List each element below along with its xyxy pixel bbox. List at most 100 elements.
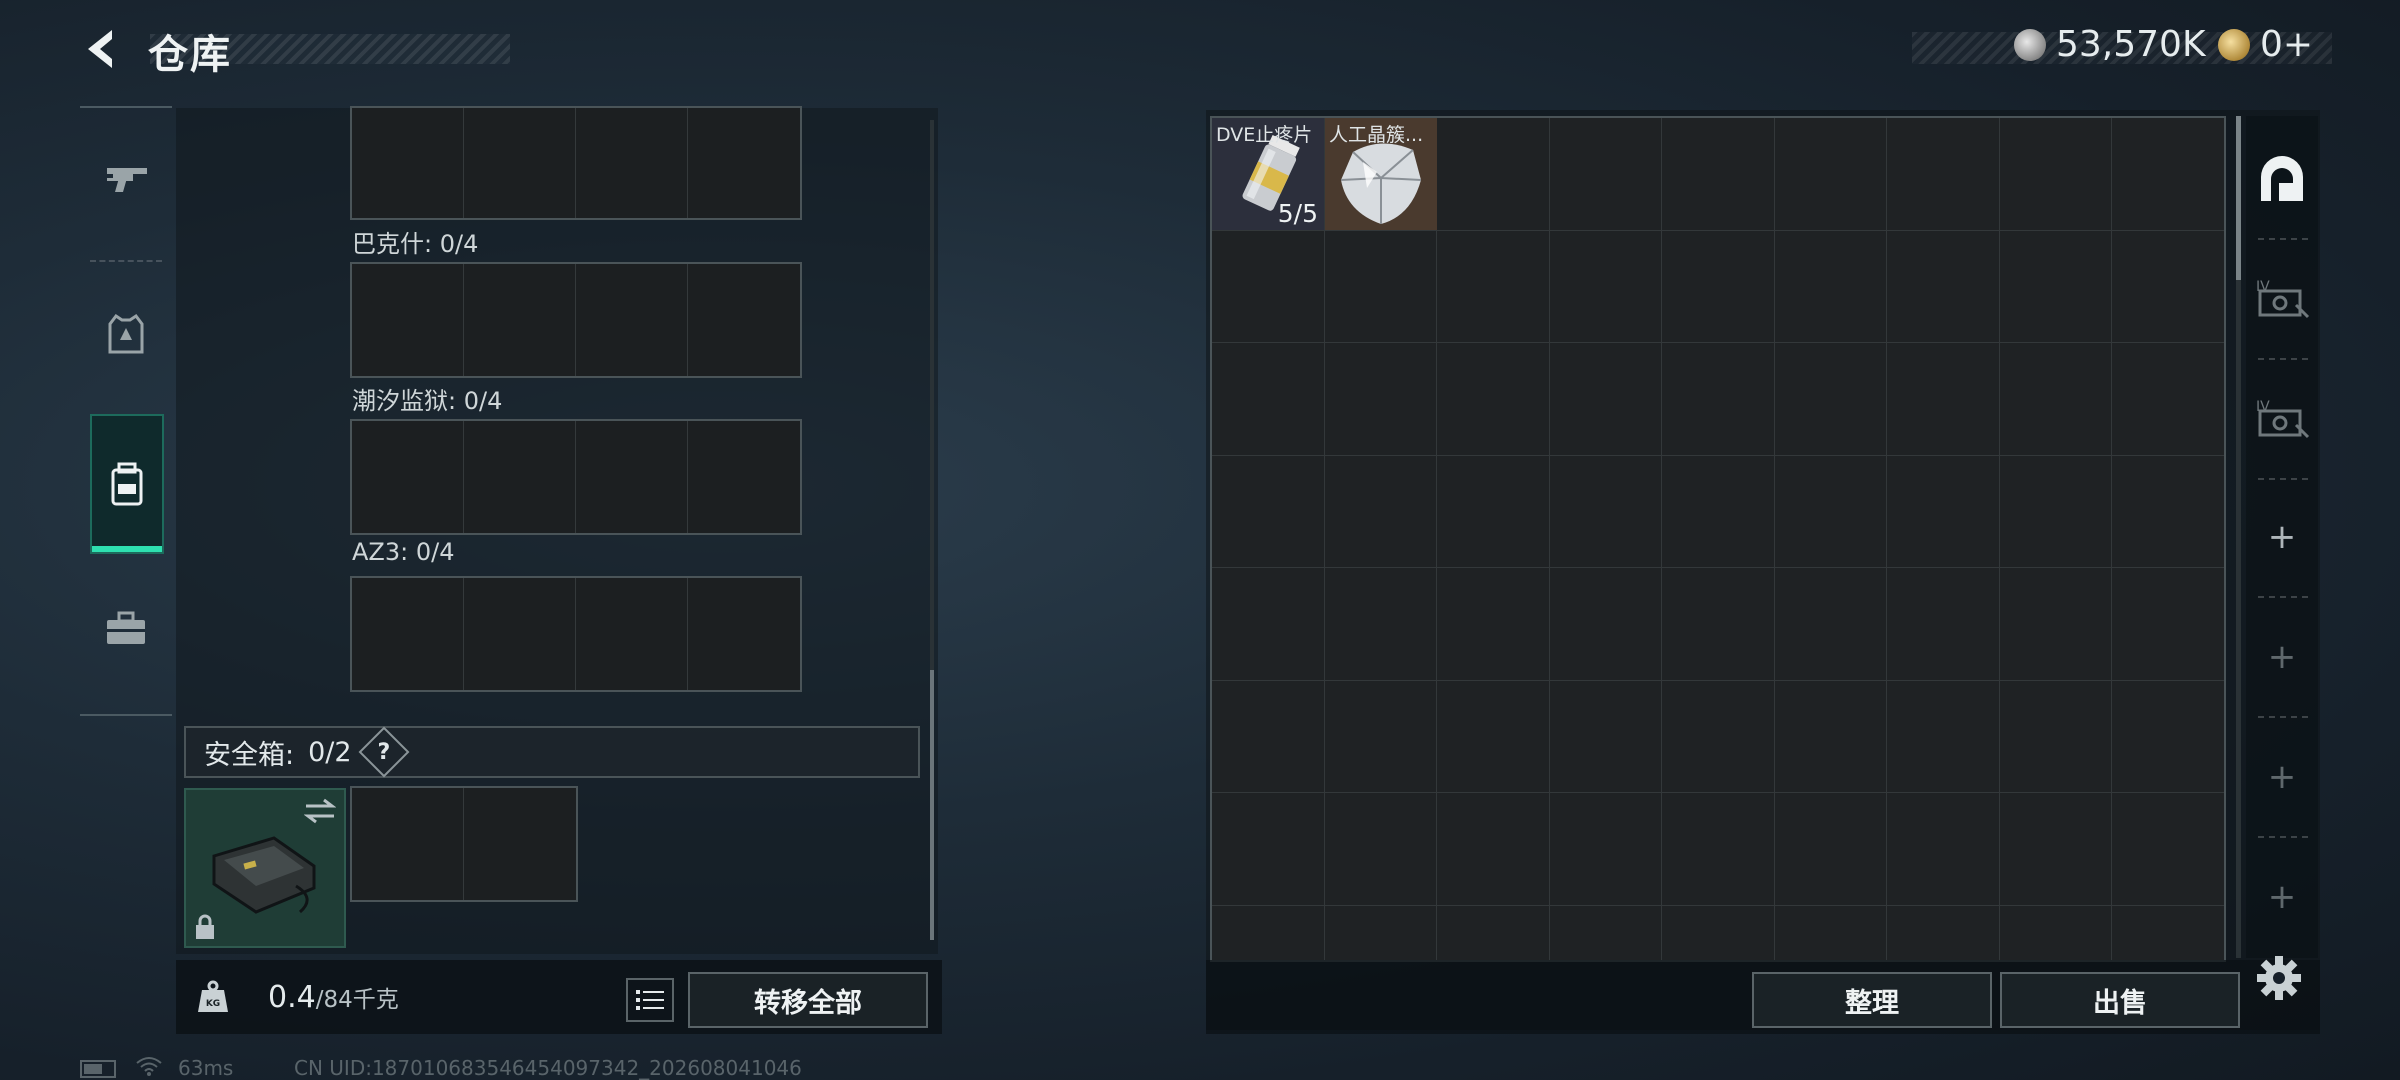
stash-cell[interactable] <box>1775 905 1887 960</box>
stash-tab-main[interactable] <box>2248 120 2316 238</box>
stash-cell[interactable] <box>2000 905 2112 960</box>
stash-cell[interactable] <box>1549 680 1662 793</box>
stash-cell[interactable] <box>1662 118 1775 231</box>
stash-cell[interactable] <box>1550 905 1662 960</box>
tab-backpack[interactable] <box>90 414 164 554</box>
stash-cell[interactable] <box>1549 230 1662 343</box>
stash-cell[interactable] <box>1549 343 1662 456</box>
stash-cell[interactable] <box>1774 118 1887 231</box>
stash-cell[interactable] <box>1887 568 2000 681</box>
stash-cell[interactable] <box>1549 568 1662 681</box>
stash-cell[interactable] <box>1887 680 2000 793</box>
stash-cell[interactable] <box>1324 455 1437 568</box>
stash-cell[interactable] <box>1662 230 1775 343</box>
stash-grid[interactable] <box>1210 116 2226 962</box>
locked-stash-tab[interactable]: + <box>2248 718 2316 836</box>
stash-cell[interactable] <box>2112 230 2224 343</box>
stash-cell[interactable] <box>1774 343 1887 456</box>
stash-tab-case-1[interactable]: IV <box>2248 240 2316 358</box>
stash-cell[interactable] <box>1437 455 1550 568</box>
stash-cell[interactable] <box>2112 568 2224 681</box>
stash-cell[interactable] <box>1887 343 2000 456</box>
slot-grid[interactable] <box>350 576 802 692</box>
stash-cell[interactable] <box>1549 118 1662 231</box>
stash-cell[interactable] <box>1324 343 1437 456</box>
stash-cell[interactable] <box>1325 905 1437 960</box>
stash-cell[interactable] <box>1212 455 1325 568</box>
stash-cell[interactable] <box>1437 568 1550 681</box>
tab-armor[interactable] <box>80 264 172 404</box>
stash-cell[interactable] <box>1437 343 1550 456</box>
stash-cell[interactable] <box>1212 680 1325 793</box>
safe-box-slots[interactable] <box>350 786 578 902</box>
stash-cell[interactable] <box>1437 905 1550 960</box>
stash-cell[interactable] <box>1324 230 1437 343</box>
stash-cell[interactable] <box>1887 455 2000 568</box>
stash-cell[interactable] <box>1999 455 2112 568</box>
stash-cell[interactable] <box>1774 568 1887 681</box>
stash-cell[interactable] <box>1662 455 1775 568</box>
slot-grid-top[interactable] <box>350 106 802 220</box>
add-stash-tab-button[interactable]: + <box>2248 478 2316 596</box>
stash-cell[interactable] <box>1324 680 1437 793</box>
slot-grid[interactable] <box>350 262 802 378</box>
stash-cell[interactable] <box>1212 343 1325 456</box>
stash-cell[interactable] <box>2112 793 2224 906</box>
stash-cell[interactable] <box>1324 568 1437 681</box>
stash-cell[interactable] <box>2112 680 2224 793</box>
stash-scroll-thumb[interactable] <box>2236 116 2241 280</box>
stash-cell[interactable] <box>1437 680 1550 793</box>
stash-cell[interactable] <box>1887 793 2000 906</box>
backpack-scroll-thumb[interactable] <box>930 670 934 940</box>
stash-cell[interactable] <box>1662 343 1775 456</box>
stash-cell[interactable] <box>1212 230 1325 343</box>
stash-cell[interactable] <box>2112 905 2224 960</box>
slot-grid[interactable] <box>350 419 802 535</box>
stash-cell[interactable] <box>1999 343 2112 456</box>
stash-cell[interactable] <box>2112 118 2224 231</box>
stash-cell[interactable] <box>1437 230 1550 343</box>
sell-button[interactable]: 出售 <box>2000 972 2240 1028</box>
stash-cell[interactable] <box>1999 793 2112 906</box>
gold-currency[interactable]: 0+ <box>2218 24 2313 65</box>
stash-cell[interactable] <box>1437 118 1550 231</box>
sort-button[interactable]: 整理 <box>1752 972 1992 1028</box>
stash-cell[interactable] <box>1774 680 1887 793</box>
stash-cell[interactable] <box>1549 793 1662 906</box>
stash-cell[interactable] <box>1437 793 1550 906</box>
stash-cell[interactable] <box>1324 793 1437 906</box>
stash-cell[interactable] <box>1999 230 2112 343</box>
tab-toolbox[interactable] <box>80 558 172 698</box>
stash-cell[interactable] <box>1887 230 2000 343</box>
swap-icon[interactable] <box>304 798 336 824</box>
help-button[interactable]: ? <box>358 726 410 778</box>
stash-cell[interactable] <box>1774 455 1887 568</box>
stash-cell[interactable] <box>1887 905 2000 960</box>
stash-cell[interactable] <box>1662 680 1775 793</box>
stash-cell[interactable] <box>2112 455 2224 568</box>
stash-cell[interactable] <box>1212 793 1325 906</box>
stash-cell[interactable] <box>1549 455 1662 568</box>
stash-cell[interactable] <box>2112 343 2224 456</box>
tab-weapons[interactable] <box>80 108 172 248</box>
locked-stash-tab[interactable]: + <box>2248 598 2316 716</box>
stash-cell[interactable] <box>1887 118 2000 231</box>
stash-cell[interactable] <box>1662 793 1775 906</box>
gear-icon[interactable] <box>2256 955 2302 1001</box>
stash-cell[interactable] <box>1999 118 2112 231</box>
stash-cell[interactable] <box>1662 568 1775 681</box>
stash-cell[interactable] <box>1999 568 2112 681</box>
stash-cell[interactable] <box>1212 568 1325 681</box>
locked-stash-tab[interactable]: + <box>2248 838 2316 956</box>
stash-item-crystal[interactable]: 人工晶簇... <box>1325 118 1437 230</box>
safe-box-item[interactable] <box>184 788 346 948</box>
stash-cell[interactable] <box>1774 230 1887 343</box>
stash-cell[interactable] <box>1212 905 1325 960</box>
stash-cell[interactable] <box>1774 793 1887 906</box>
back-button[interactable] <box>76 24 126 74</box>
stash-cell[interactable] <box>1662 905 1775 960</box>
stash-cell[interactable] <box>1999 680 2112 793</box>
stash-item-painkiller[interactable]: DVE止疼片 5/5 <box>1212 118 1324 230</box>
stash-tab-case-2[interactable]: IV <box>2248 360 2316 478</box>
list-view-button[interactable] <box>626 978 674 1022</box>
